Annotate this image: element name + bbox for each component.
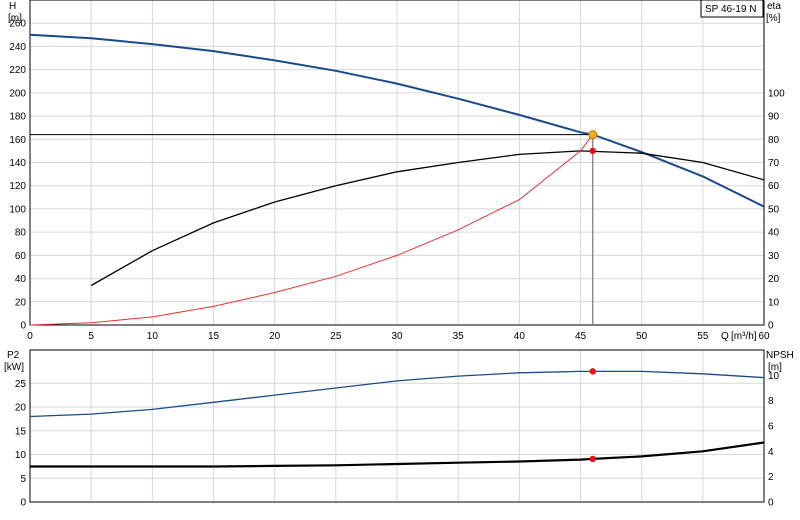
h-axis-label: H [9,1,16,12]
duty-point-head [588,130,598,140]
y-left-tick-label: 160 [9,135,26,146]
npsh-axis-label: NPSH [766,350,794,361]
eta-axis-label: eta [767,1,781,12]
npsh-axis-unit: [m] [768,362,782,373]
y-right-tick-label: 20 [768,274,780,285]
y-left-tick-label: 80 [15,228,27,239]
x-tick-label: 10 [147,331,159,342]
x-tick-label: 15 [208,331,220,342]
y-left-tick-label: 140 [9,158,26,169]
y-right-tick-label: 8 [768,396,774,407]
eta-axis-unit: [%] [766,13,781,24]
series-line [29,134,594,326]
y-right-tick-label: 90 [768,112,780,123]
y-left-tick-label: 200 [9,88,26,99]
y-right-tick-label: 50 [768,204,780,215]
pump-curve-chart: 0204060801001201401601802002202402600102… [4,0,794,509]
y-left-tick-label: 0 [20,498,26,509]
y-right-tick-label: 100 [768,88,785,99]
x-tick-label: 40 [514,331,526,342]
y-left-tick-label: 15 [15,426,27,437]
grid-layer [29,0,765,503]
y-left-tick-label: 5 [20,474,26,485]
y-left-tick-label: 40 [15,274,27,285]
duty-point-power [589,368,596,375]
x-tick-label: 5 [88,331,94,342]
y-right-tick-label: 0 [768,321,774,332]
x-tick-label: 35 [453,331,465,342]
y-left-tick-label: 180 [9,112,26,123]
x-tick-label: 30 [391,331,403,342]
y-right-tick-label: 80 [768,135,780,146]
y-right-tick-label: 4 [768,447,774,458]
x-tick-label: 50 [636,331,648,342]
y-right-tick-label: 40 [768,228,780,239]
y-left-tick-label: 60 [15,251,27,262]
p2-axis-unit: [kW] [4,362,24,373]
y-left-tick-label: 20 [15,297,27,308]
y-left-tick-label: 0 [20,321,26,332]
y-right-tick-label: 70 [768,158,780,169]
duty-point-npsh [589,455,596,463]
y-left-tick-label: 120 [9,181,26,192]
y-right-tick-label: 30 [768,251,780,262]
y-left-tick-label: 20 [15,403,27,414]
q-axis-label: Q [721,331,729,342]
x-tick-label: 45 [575,331,587,342]
y-right-tick-label: 60 [768,181,780,192]
x-tick-label: 0 [27,331,33,342]
x-tick-label: 55 [697,331,709,342]
x-tick-label: 25 [330,331,342,342]
y-left-tick-label: 240 [9,42,26,53]
x-tick-label: 60 [758,331,770,342]
y-left-tick-label: 220 [9,65,26,76]
y-right-tick-label: 6 [768,422,774,433]
q-axis-unit: [m³/h] [731,331,757,342]
y-right-tick-label: 10 [768,297,780,308]
y-right-tick-label: 2 [768,472,774,483]
y-left-tick-label: 100 [9,204,26,215]
x-tick-label: 20 [269,331,281,342]
h-axis-unit: [m] [8,13,22,24]
y-left-tick-label: 10 [15,450,27,461]
p2-axis-label: P2 [7,350,20,361]
duty-point-efficiency [589,147,596,155]
model-label: SP 46-19 N [705,4,757,15]
series-line [90,150,765,287]
y-left-tick-label: 25 [15,379,27,390]
y-right-tick-label: 0 [768,498,774,509]
